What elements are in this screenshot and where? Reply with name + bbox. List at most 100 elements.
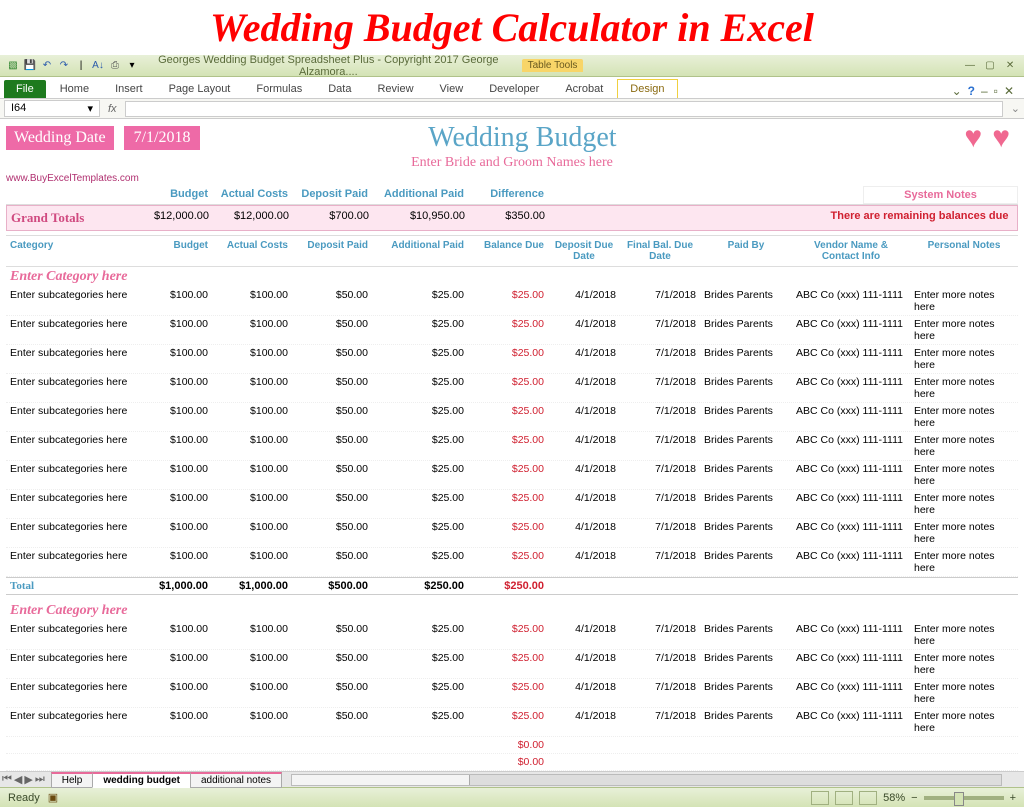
- notes-cell[interactable]: Enter more notes here: [910, 403, 1018, 431]
- tab-prev-icon[interactable]: ◀: [14, 773, 22, 786]
- additional-cell[interactable]: $25.00: [372, 403, 468, 431]
- qat-dropdown-icon[interactable]: ▾: [125, 59, 139, 73]
- actual-cell[interactable]: $100.00: [212, 432, 292, 460]
- final-due-cell[interactable]: 7/1/2018: [620, 708, 700, 736]
- additional-cell[interactable]: $25.00: [372, 432, 468, 460]
- paid-by-cell[interactable]: Brides Parents: [700, 316, 792, 344]
- dep-due-cell[interactable]: 4/1/2018: [548, 679, 620, 707]
- vendor-cell[interactable]: ABC Co (xxx) 111-1111: [792, 519, 910, 547]
- tab-next-icon[interactable]: ▶: [24, 773, 32, 786]
- subtitle[interactable]: Enter Bride and Groom Names here: [6, 155, 1018, 171]
- table-row[interactable]: Enter subcategories here$100.00$100.00$5…: [6, 432, 1018, 461]
- actual-cell[interactable]: $100.00: [212, 461, 292, 489]
- final-due-cell[interactable]: 7/1/2018: [620, 548, 700, 576]
- budget-cell[interactable]: $100.00: [132, 621, 212, 649]
- dep-due-cell[interactable]: 4/1/2018: [548, 548, 620, 576]
- category-title[interactable]: Enter Category here: [6, 267, 1018, 287]
- tab-view[interactable]: View: [428, 80, 476, 98]
- table-row[interactable]: Enter subcategories here$100.00$100.00$5…: [6, 490, 1018, 519]
- paid-by-cell[interactable]: Brides Parents: [700, 287, 792, 315]
- namebox-dropdown-icon[interactable]: ▾: [87, 102, 93, 115]
- actual-cell[interactable]: $100.00: [212, 374, 292, 402]
- deposit-cell[interactable]: $50.00: [292, 432, 372, 460]
- vendor-cell[interactable]: ABC Co (xxx) 111-1111: [792, 650, 910, 678]
- budget-cell[interactable]: $100.00: [132, 519, 212, 547]
- final-due-cell[interactable]: 7/1/2018: [620, 316, 700, 344]
- final-due-cell[interactable]: 7/1/2018: [620, 461, 700, 489]
- sort-icon[interactable]: A↓: [91, 59, 105, 73]
- vendor-cell[interactable]: ABC Co (xxx) 111-1111: [792, 345, 910, 373]
- vendor-cell[interactable]: ABC Co (xxx) 111-1111: [792, 621, 910, 649]
- actual-cell[interactable]: $100.00: [212, 621, 292, 649]
- macros-icon[interactable]: ▣: [48, 791, 58, 804]
- table-row[interactable]: Enter subcategories here$100.00$100.00$5…: [6, 403, 1018, 432]
- zoom-out-icon[interactable]: −: [911, 792, 917, 804]
- close-icon[interactable]: ✕: [1002, 59, 1018, 73]
- notes-cell[interactable]: Enter more notes here: [910, 679, 1018, 707]
- view-layout-icon[interactable]: [835, 791, 853, 805]
- paid-by-cell[interactable]: Brides Parents: [700, 548, 792, 576]
- sheet-tab-budget[interactable]: wedding budget: [92, 772, 191, 788]
- notes-cell[interactable]: Enter more notes here: [910, 287, 1018, 315]
- budget-cell[interactable]: $100.00: [132, 461, 212, 489]
- actual-cell[interactable]: $100.00: [212, 316, 292, 344]
- deposit-cell[interactable]: $50.00: [292, 679, 372, 707]
- dep-due-cell[interactable]: 4/1/2018: [548, 374, 620, 402]
- restore-icon[interactable]: ▢: [982, 59, 998, 73]
- actual-cell[interactable]: $100.00: [212, 345, 292, 373]
- paid-by-cell[interactable]: Brides Parents: [700, 374, 792, 402]
- table-row[interactable]: Enter subcategories here$100.00$100.00$5…: [6, 345, 1018, 374]
- additional-cell[interactable]: $25.00: [372, 548, 468, 576]
- budget-cell[interactable]: $100.00: [132, 287, 212, 315]
- deposit-cell[interactable]: $50.00: [292, 403, 372, 431]
- zoom-percent[interactable]: 58%: [883, 792, 905, 804]
- notes-cell[interactable]: Enter more notes here: [910, 345, 1018, 373]
- sheet-tab-notes[interactable]: additional notes: [190, 772, 282, 788]
- table-row[interactable]: Enter subcategories here$100.00$100.00$5…: [6, 316, 1018, 345]
- paid-by-cell[interactable]: Brides Parents: [700, 519, 792, 547]
- additional-cell[interactable]: $25.00: [372, 374, 468, 402]
- vendor-cell[interactable]: ABC Co (xxx) 111-1111: [792, 548, 910, 576]
- actual-cell[interactable]: $100.00: [212, 679, 292, 707]
- final-due-cell[interactable]: 7/1/2018: [620, 679, 700, 707]
- deposit-cell[interactable]: $50.00: [292, 519, 372, 547]
- table-row[interactable]: Enter subcategories here$100.00$100.00$5…: [6, 287, 1018, 316]
- zoom-in-icon[interactable]: +: [1010, 792, 1016, 804]
- dep-due-cell[interactable]: 4/1/2018: [548, 708, 620, 736]
- paid-by-cell[interactable]: Brides Parents: [700, 432, 792, 460]
- notes-cell[interactable]: Enter more notes here: [910, 519, 1018, 547]
- dep-due-cell[interactable]: 4/1/2018: [548, 287, 620, 315]
- table-row[interactable]: Enter subcategories here$100.00$100.00$5…: [6, 519, 1018, 548]
- tab-file[interactable]: File: [4, 80, 46, 98]
- actual-cell[interactable]: $100.00: [212, 519, 292, 547]
- vendor-cell[interactable]: ABC Co (xxx) 111-1111: [792, 432, 910, 460]
- tab-developer[interactable]: Developer: [477, 80, 551, 98]
- additional-cell[interactable]: $25.00: [372, 345, 468, 373]
- dep-due-cell[interactable]: 4/1/2018: [548, 621, 620, 649]
- additional-cell[interactable]: $25.00: [372, 316, 468, 344]
- subcategory-cell[interactable]: Enter subcategories here: [6, 490, 132, 518]
- fx-icon[interactable]: fx: [104, 103, 121, 115]
- vendor-cell[interactable]: ABC Co (xxx) 111-1111: [792, 374, 910, 402]
- tab-review[interactable]: Review: [365, 80, 425, 98]
- deposit-cell[interactable]: $50.00: [292, 708, 372, 736]
- budget-cell[interactable]: $100.00: [132, 374, 212, 402]
- notes-cell[interactable]: Enter more notes here: [910, 708, 1018, 736]
- budget-cell[interactable]: $100.00: [132, 490, 212, 518]
- vendor-cell[interactable]: ABC Co (xxx) 111-1111: [792, 708, 910, 736]
- budget-cell[interactable]: $100.00: [132, 432, 212, 460]
- subcategory-cell[interactable]: Enter subcategories here: [6, 650, 132, 678]
- vendor-cell[interactable]: ABC Co (xxx) 111-1111: [792, 679, 910, 707]
- table-row[interactable]: Enter subcategories here$100.00$100.00$5…: [6, 548, 1018, 577]
- win-minimize-icon[interactable]: –: [981, 84, 988, 98]
- actual-cell[interactable]: $100.00: [212, 708, 292, 736]
- additional-cell[interactable]: $25.00: [372, 490, 468, 518]
- formula-input[interactable]: [125, 101, 1003, 117]
- final-due-cell[interactable]: 7/1/2018: [620, 287, 700, 315]
- subcategory-cell[interactable]: Enter subcategories here: [6, 345, 132, 373]
- additional-cell[interactable]: $25.00: [372, 519, 468, 547]
- additional-cell[interactable]: $25.00: [372, 621, 468, 649]
- notes-cell[interactable]: Enter more notes here: [910, 621, 1018, 649]
- tab-page-layout[interactable]: Page Layout: [157, 80, 243, 98]
- final-due-cell[interactable]: 7/1/2018: [620, 374, 700, 402]
